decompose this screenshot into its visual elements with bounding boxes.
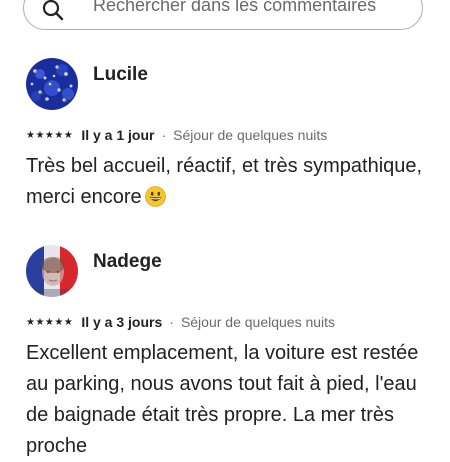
search-bar[interactable]	[23, 0, 423, 30]
review-meta: ★★★★★ Il y a 3 jours · Séjour de quelque…	[26, 314, 335, 330]
reviewer-name[interactable]: Lucile	[93, 64, 148, 86]
review-text: Excellent emplacement, la voiture est re…	[26, 342, 419, 457]
stay-length: Séjour de quelques nuits	[173, 127, 328, 143]
search-icon	[42, 0, 64, 21]
stay-length: Séjour de quelques nuits	[180, 314, 336, 330]
review-meta: ★★★★★ Il y a 1 jour · Séjour de quelques…	[26, 127, 327, 143]
review-text: Très bel accueil, réactif, et très sympa…	[26, 151, 426, 213]
avatar[interactable]	[26, 58, 78, 110]
review-item: Nadege ★★★★★ Il y a 3 jours · Séjour de …	[26, 245, 436, 457]
star-rating: ★★★★★	[26, 316, 74, 328]
review-text-body: Très bel accueil, réactif, et très sympa…	[26, 155, 423, 208]
reviewer-name[interactable]: Nadege	[93, 251, 162, 273]
review-date: Il y a 1 jour	[81, 127, 155, 143]
smiling-face-emoji	[144, 186, 166, 207]
review-item: Lucile ★★★★★ Il y a 1 jour · Séjour de q…	[26, 58, 436, 218]
separator-dot: ·	[169, 314, 174, 330]
review-date: Il y a 3 jours	[81, 314, 163, 330]
search-input[interactable]	[93, 0, 413, 16]
avatar[interactable]	[26, 245, 78, 297]
separator-dot: ·	[161, 127, 167, 143]
star-rating: ★★★★★	[26, 129, 74, 141]
